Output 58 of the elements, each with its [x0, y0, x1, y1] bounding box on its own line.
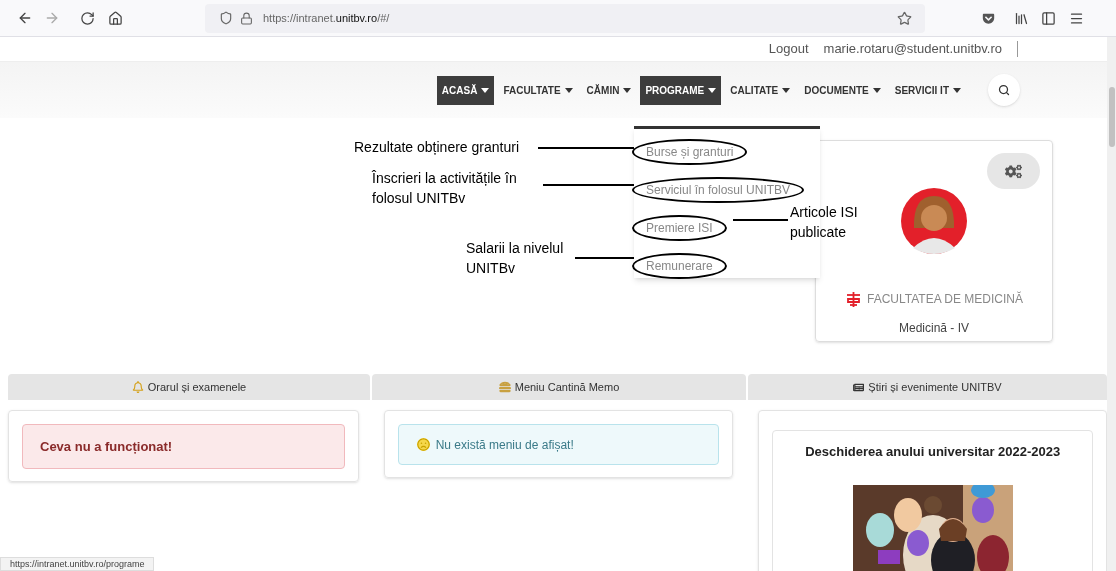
nav-tab[interactable]: PROGRAME	[640, 75, 722, 105]
annotation-text: Salarii la nivelul UNITBv	[466, 239, 564, 278]
section-title: Știri și evenimente UNITBV	[868, 379, 1002, 395]
scrollbar[interactable]	[1107, 37, 1116, 571]
search-icon	[998, 84, 1010, 96]
annotation-text: Articole ISI publicate	[790, 203, 858, 242]
leader-line	[575, 257, 634, 259]
nav-tab[interactable]: CALITATE	[725, 75, 796, 105]
search-button[interactable]	[988, 74, 1020, 106]
avatar	[901, 188, 967, 254]
news-title: Deschiderea anului universitar 2022-2023	[805, 443, 1061, 461]
error-alert: Ceva nu a funcționat!	[22, 424, 345, 469]
nav-tab[interactable]: ACASĂ	[436, 75, 495, 105]
sad-face-icon	[416, 438, 430, 451]
caret-icon	[953, 87, 961, 93]
caret-icon	[872, 87, 881, 93]
home-icon[interactable]	[108, 10, 123, 26]
reload-icon[interactable]	[80, 10, 95, 26]
shield-icon[interactable]	[219, 11, 233, 25]
address-field[interactable]: https://intranet.unitbv.ro/#/	[205, 3, 925, 33]
nav-tab[interactable]: FACULTATE	[498, 75, 578, 105]
section-title: Meniu Cantină Memo	[514, 379, 620, 395]
settings-button[interactable]	[987, 153, 1040, 189]
menu-icon[interactable]	[1069, 10, 1084, 26]
dropdown-item[interactable]: Serviciul în folosul UNITBV	[632, 177, 805, 203]
dropdown-item[interactable]: Remunerare	[632, 253, 727, 279]
sidebar-icon[interactable]	[1041, 10, 1056, 26]
caret-icon	[782, 87, 791, 93]
scrollbar-thumb[interactable]	[1108, 87, 1115, 147]
newspaper-icon	[853, 381, 865, 393]
bell-icon	[131, 381, 144, 393]
caret-icon	[708, 87, 717, 93]
status-url: https://intranet.unitbv.ro/programe	[0, 557, 155, 571]
back-icon[interactable]	[17, 10, 33, 26]
pocket-icon[interactable]	[982, 11, 995, 25]
annotation-text: Rezultate obținere granturi	[354, 138, 519, 157]
caret-icon	[564, 87, 573, 93]
nav-tab[interactable]: DOCUMENTE	[799, 75, 886, 105]
caret-icon	[623, 87, 632, 93]
section-title: Orarul și examenele	[147, 379, 247, 395]
lock-icon[interactable]	[240, 11, 253, 25]
logout-link[interactable]: Logout	[768, 39, 809, 59]
nav-tab[interactable]: SERVICII IT	[889, 75, 966, 105]
program-name: Medicină - IV	[899, 320, 969, 337]
emblem-icon	[845, 290, 862, 308]
burger-icon	[498, 381, 511, 393]
leader-line	[733, 219, 788, 221]
dropdown-item[interactable]: Premiere ISI	[632, 215, 727, 241]
alert-text: Nu există meniu de afișat!	[435, 436, 574, 454]
dropdown-item[interactable]: Burse și granturi	[632, 139, 748, 165]
nav-tab[interactable]: CĂMIN	[581, 75, 637, 105]
faculty-name: FACULTATEA DE MEDICINĂ	[867, 290, 1023, 308]
gears-icon	[1005, 162, 1022, 180]
star-icon[interactable]	[897, 10, 912, 26]
user-email: marie.rotaru@student.unitbv.ro	[823, 40, 1002, 59]
annotation-text: Înscrieri la activitățile în folosul UNITBv	[372, 169, 517, 208]
caret-icon	[481, 87, 490, 93]
library-icon[interactable]	[1014, 10, 1029, 26]
